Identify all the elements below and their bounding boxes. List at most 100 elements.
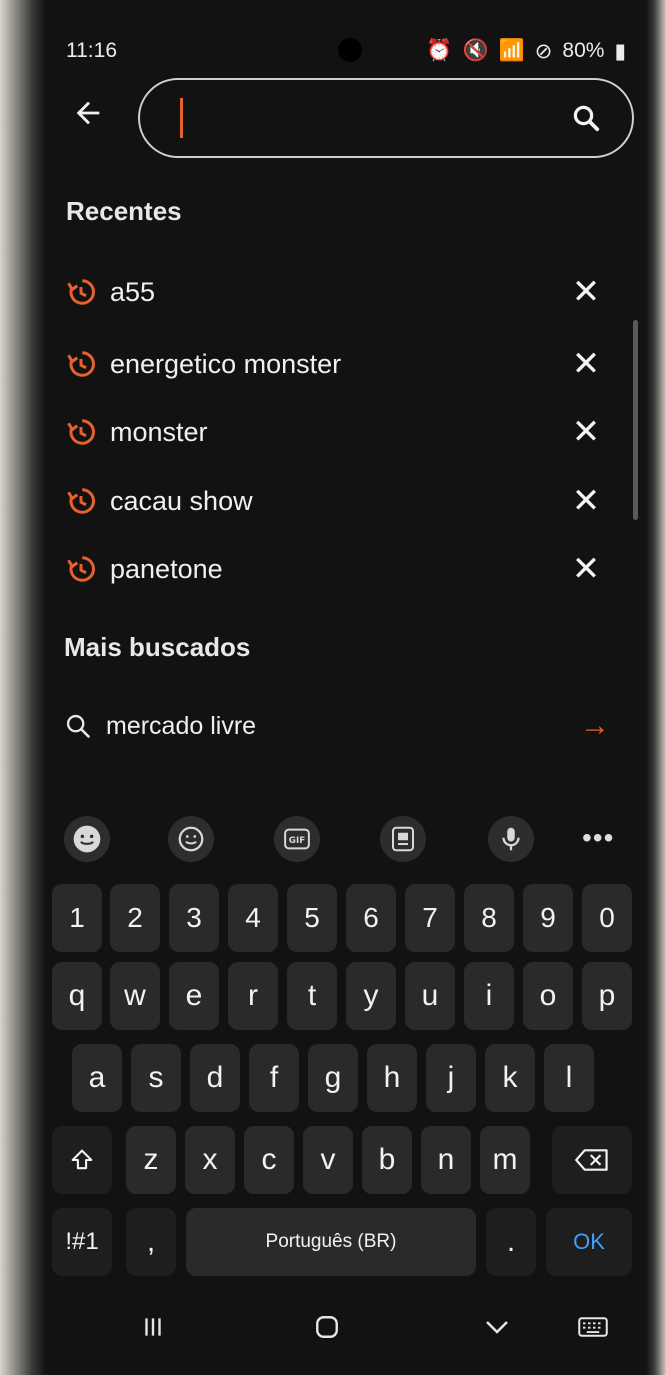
recent-item-label: cacau show: [110, 485, 253, 516]
key[interactable]: 0: [582, 884, 632, 952]
search-button[interactable]: [566, 98, 606, 138]
space-key[interactable]: Português (BR): [186, 1208, 476, 1276]
backspace-key[interactable]: [552, 1126, 632, 1194]
more-icon[interactable]: •••: [582, 822, 614, 854]
key[interactable]: 4: [228, 884, 278, 952]
sticker-icon: [178, 826, 204, 852]
recent-item-label: panetone: [110, 553, 223, 584]
home-icon: [316, 1316, 338, 1338]
key[interactable]: f: [249, 1044, 299, 1112]
phone-screen: 11:16 ⏰ 🔇 📶 ⊘ 80% ▮ Recentes a55 ✕ energ…: [46, 0, 646, 1375]
clipboard-button[interactable]: [380, 816, 426, 862]
recent-item[interactable]: panetone ✕: [66, 543, 606, 595]
key[interactable]: 8: [464, 884, 514, 952]
popular-title: Mais buscados: [64, 632, 251, 662]
history-icon: [67, 279, 95, 305]
alarm-icon: ⏰: [426, 39, 453, 62]
key[interactable]: v: [303, 1126, 353, 1194]
keyboard: 1 2 3 4 5 6 7 8 9 0 q w e r t y u i o p …: [46, 884, 646, 1284]
scrollbar[interactable]: [633, 320, 638, 520]
recent-item[interactable]: energetico monster ✕: [66, 338, 606, 390]
photo-frame-right: [646, 0, 666, 1375]
keyboard-toolbar: GIF •••: [46, 808, 646, 872]
key[interactable]: 3: [169, 884, 219, 952]
hide-keyboard-button[interactable]: [472, 1302, 522, 1352]
popular-item[interactable]: mercado livre →: [64, 698, 610, 754]
key[interactable]: d: [190, 1044, 240, 1112]
history-icon: [67, 351, 95, 377]
key[interactable]: k: [485, 1044, 535, 1112]
shift-icon: [71, 1149, 93, 1170]
key[interactable]: l: [544, 1044, 594, 1112]
close-icon: ✕: [571, 413, 601, 451]
mute-icon: 🔇: [462, 39, 489, 62]
history-icon: [67, 556, 95, 582]
status-time: 11:16: [66, 39, 117, 62]
emoji-button[interactable]: [64, 816, 110, 862]
voice-input-button[interactable]: [488, 816, 534, 862]
home-button[interactable]: [302, 1302, 352, 1352]
key[interactable]: s: [131, 1044, 181, 1112]
key[interactable]: 7: [405, 884, 455, 952]
key[interactable]: z: [126, 1126, 176, 1194]
key[interactable]: 9: [523, 884, 573, 952]
key[interactable]: n: [421, 1126, 471, 1194]
keyboard-icon: [578, 1317, 608, 1337]
key[interactable]: u: [405, 962, 455, 1030]
wifi-icon: 📶: [498, 39, 525, 62]
text-cursor: [180, 98, 183, 138]
keyboard-switch-button[interactable]: [568, 1302, 618, 1352]
front-camera: [338, 38, 362, 62]
remove-recent-button[interactable]: ✕: [566, 549, 606, 589]
key[interactable]: t: [287, 962, 337, 1030]
key[interactable]: b: [362, 1126, 412, 1194]
photo-frame-left: [0, 0, 46, 1375]
arrow-left-icon: [76, 101, 100, 125]
close-icon: ✕: [571, 273, 601, 311]
recent-item[interactable]: monster ✕: [66, 406, 606, 458]
shift-key[interactable]: [52, 1126, 112, 1194]
key[interactable]: o: [523, 962, 573, 1030]
popular-item-label: mercado livre: [106, 711, 257, 740]
key[interactable]: w: [110, 962, 160, 1030]
recent-item[interactable]: a55 ✕: [66, 266, 606, 318]
key[interactable]: m: [480, 1126, 530, 1194]
key[interactable]: j: [426, 1044, 476, 1112]
recents-title: Recentes: [66, 196, 182, 226]
search-icon: [573, 105, 600, 132]
recents-button[interactable]: [128, 1302, 178, 1352]
symbols-key[interactable]: !#1: [52, 1208, 112, 1276]
sticker-button[interactable]: [168, 816, 214, 862]
key[interactable]: g: [308, 1044, 358, 1112]
remove-recent-button[interactable]: ✕: [566, 272, 606, 312]
search-field[interactable]: [138, 78, 634, 158]
key[interactable]: e: [169, 962, 219, 1030]
gif-button[interactable]: GIF: [274, 816, 320, 862]
key[interactable]: a: [72, 1044, 122, 1112]
svg-text:GIF: GIF: [289, 836, 305, 846]
key[interactable]: 2: [110, 884, 160, 952]
key[interactable]: r: [228, 962, 278, 1030]
key[interactable]: i: [464, 962, 514, 1030]
key[interactable]: 1: [52, 884, 102, 952]
remove-recent-button[interactable]: ✕: [566, 412, 606, 452]
key[interactable]: q: [52, 962, 102, 1030]
key[interactable]: y: [346, 962, 396, 1030]
key[interactable]: x: [185, 1126, 235, 1194]
recent-item[interactable]: cacau show ✕: [66, 475, 606, 527]
period-key[interactable]: .: [486, 1208, 536, 1276]
key[interactable]: h: [367, 1044, 417, 1112]
remove-recent-button[interactable]: ✕: [566, 481, 606, 521]
comma-key[interactable]: ,: [126, 1208, 176, 1276]
key[interactable]: 5: [287, 884, 337, 952]
ok-key[interactable]: OK: [546, 1208, 632, 1276]
back-button[interactable]: [66, 86, 110, 140]
key[interactable]: p: [582, 962, 632, 1030]
key[interactable]: 6: [346, 884, 396, 952]
search-icon: [66, 714, 90, 738]
remove-recent-button[interactable]: ✕: [566, 344, 606, 384]
recent-item-label: a55: [110, 276, 156, 307]
close-icon: ✕: [571, 550, 601, 588]
key[interactable]: c: [244, 1126, 294, 1194]
arrow-right-icon[interactable]: →: [580, 709, 610, 743]
